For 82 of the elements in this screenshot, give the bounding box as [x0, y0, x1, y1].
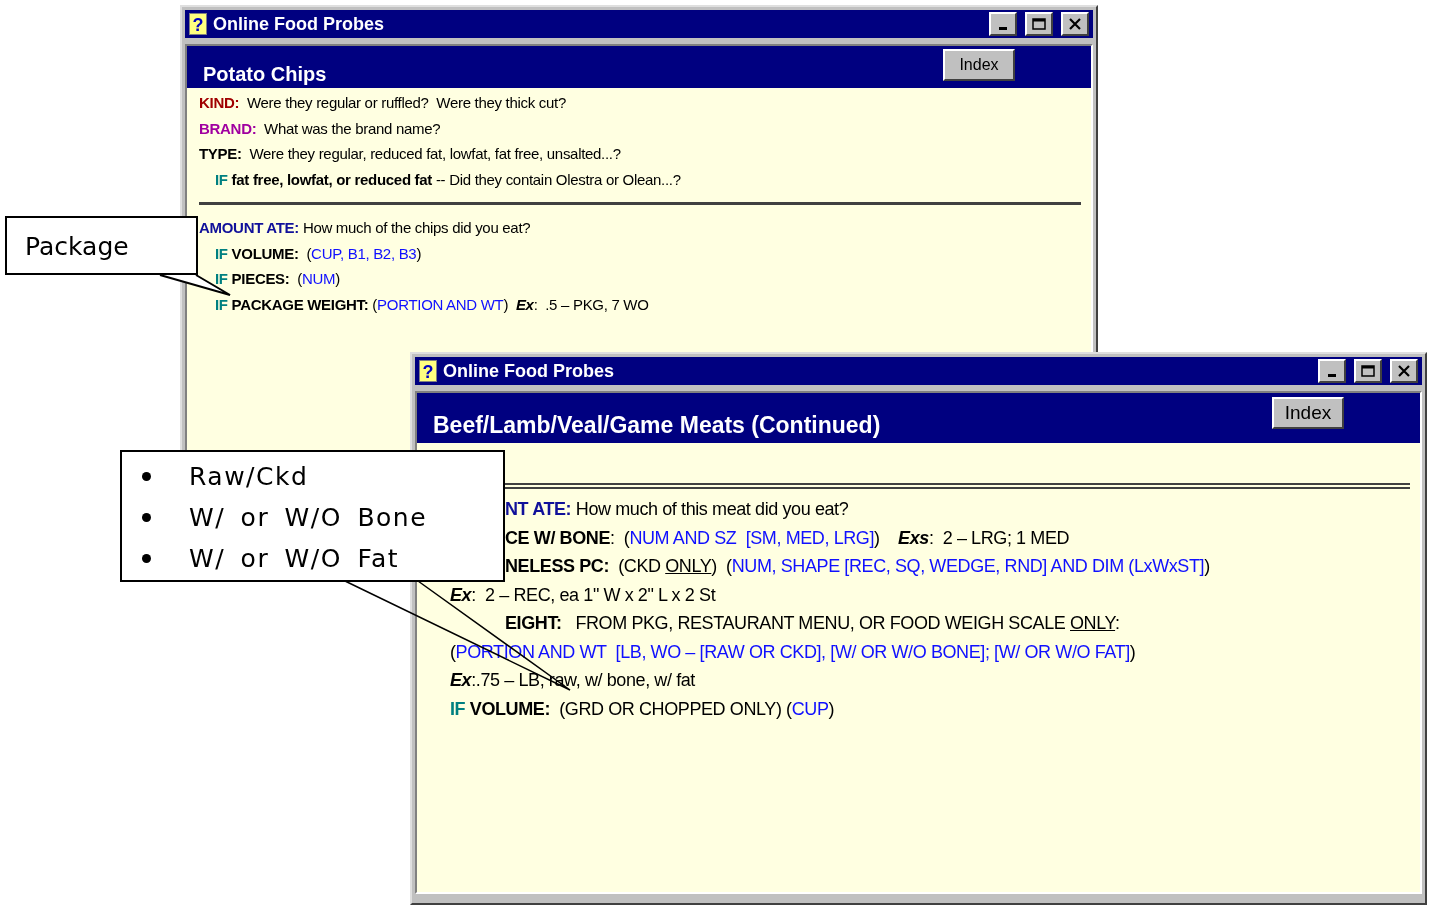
bullet-icon	[142, 554, 151, 563]
window-title: Online Food Probes	[213, 13, 385, 35]
field-label: EIGHT:	[505, 613, 562, 633]
condition-label: IF	[215, 270, 228, 287]
field-label: KIND:	[199, 94, 240, 111]
condition-label: IF	[215, 295, 228, 313]
prompt-text: : 2 – LRG; 1 MED	[928, 527, 1070, 548]
prompt-text: )	[1129, 641, 1136, 662]
maximize-button[interactable]	[1025, 12, 1053, 36]
close-button[interactable]	[1390, 359, 1418, 383]
prompt-text: : (	[610, 527, 630, 548]
prompt-text: (	[305, 244, 312, 262]
callout-item: W/ or W/O Bone	[189, 503, 428, 532]
prompt-text: (GRD OR CHOPPED ONLY) (	[558, 698, 792, 719]
prompt-text: -- Did they contain Olestra or Olean...?	[434, 170, 681, 188]
close-button[interactable]	[1061, 12, 1089, 36]
field-label: VOLUME:	[468, 698, 550, 719]
code-text: NUM	[301, 270, 336, 287]
maximize-icon	[1032, 18, 1046, 30]
section-title: Beef/Lamb/Veal/Game Meats (Continued)	[433, 412, 881, 439]
minimize-button[interactable]	[989, 12, 1017, 36]
bullet-icon	[142, 472, 151, 481]
maximize-button[interactable]	[1354, 359, 1382, 383]
help-icon: ?	[419, 360, 437, 382]
code-text: PORTION AND WT	[377, 295, 504, 313]
minimize-button[interactable]	[1318, 359, 1346, 383]
prompt-text: )	[416, 244, 422, 262]
field-label: NELESS PC:	[505, 556, 610, 576]
index-button[interactable]: Index	[1272, 397, 1344, 429]
example-label: Ex	[515, 295, 534, 313]
code-text: NUM AND SZ [SM, MED, LRG]	[629, 527, 875, 548]
prompt-text: : 2 – REC, ea 1" W x 2" L x 2 St	[471, 584, 716, 605]
condition-label: IF	[215, 170, 228, 188]
example-label: Ex	[450, 670, 472, 690]
prompt-text: )	[335, 270, 340, 287]
prompt-text: : .5 – PKG, 7 WO	[533, 295, 649, 313]
prompt-text: What was the brand name?	[263, 119, 441, 137]
prompt-text: )	[828, 698, 835, 719]
condition-text: fat free, lowfat, or reduced fat	[230, 170, 433, 188]
prompt-text: :	[1115, 613, 1120, 633]
callout-label: Package	[24, 231, 130, 261]
example-label: Exs	[898, 527, 929, 548]
prompt-text: (	[450, 641, 456, 662]
prompt-text: )	[1204, 556, 1210, 576]
prompt-text: Were they regular, reduced fat, lowfat, fat free, unsalted...?	[248, 145, 621, 162]
window-title: Online Food Probes	[443, 360, 615, 382]
prompt-text: (CKD	[617, 556, 662, 576]
field-label: VOLUME:	[230, 244, 299, 262]
help-icon: ?	[189, 13, 207, 35]
prompt-text: Were they regular or ruffled? Were they thick cut?	[245, 94, 566, 111]
prompt-text: (	[296, 270, 302, 287]
field-label: TYPE:	[199, 145, 242, 162]
prompt-text: How much of this meat did you eat?	[574, 499, 849, 519]
field-label: AMOUNT ATE:	[199, 219, 299, 236]
prompt-text: )	[503, 295, 510, 313]
prompt-text: How much of the chips did you eat?	[301, 219, 531, 236]
close-icon	[1397, 365, 1411, 377]
prompt-text: (	[371, 295, 378, 313]
bullet-icon	[142, 513, 151, 522]
callout-item: W/ or W/O Fat	[189, 544, 400, 573]
condition-label: IF	[450, 698, 466, 719]
prompt-text: FROM PKG, RESTAURANT MENU, OR FOOD WEIGH SCALE	[574, 613, 1067, 633]
prompt-text: ) (	[711, 556, 732, 576]
prompt-text: )	[874, 527, 881, 548]
code-text: CUP, B1, B2, B3	[311, 244, 417, 262]
field-label: BRAND:	[199, 119, 257, 137]
index-button[interactable]: Index	[943, 49, 1015, 81]
minimize-icon	[1328, 373, 1336, 377]
example-label: Ex	[450, 584, 472, 605]
callout-item: Raw/Ckd	[189, 462, 309, 491]
field-label: NT ATE:	[505, 499, 572, 519]
emphasis-text: ONLY	[1070, 613, 1116, 633]
code-text: NUM, SHAPE [REC, SQ, WEDGE, RND] AND DIM (LxWxST]	[731, 556, 1205, 576]
condition-label: IF	[215, 244, 228, 262]
field-label: PIECES:	[230, 270, 290, 287]
maximize-icon	[1361, 365, 1375, 377]
close-icon	[1068, 18, 1082, 30]
code-text: CUP	[791, 698, 829, 719]
field-label: PACKAGE WEIGHT:	[230, 295, 369, 313]
field-label: CE W/ BONE	[505, 527, 610, 548]
section-title: Potato Chips	[203, 63, 327, 86]
minimize-icon	[999, 26, 1007, 30]
